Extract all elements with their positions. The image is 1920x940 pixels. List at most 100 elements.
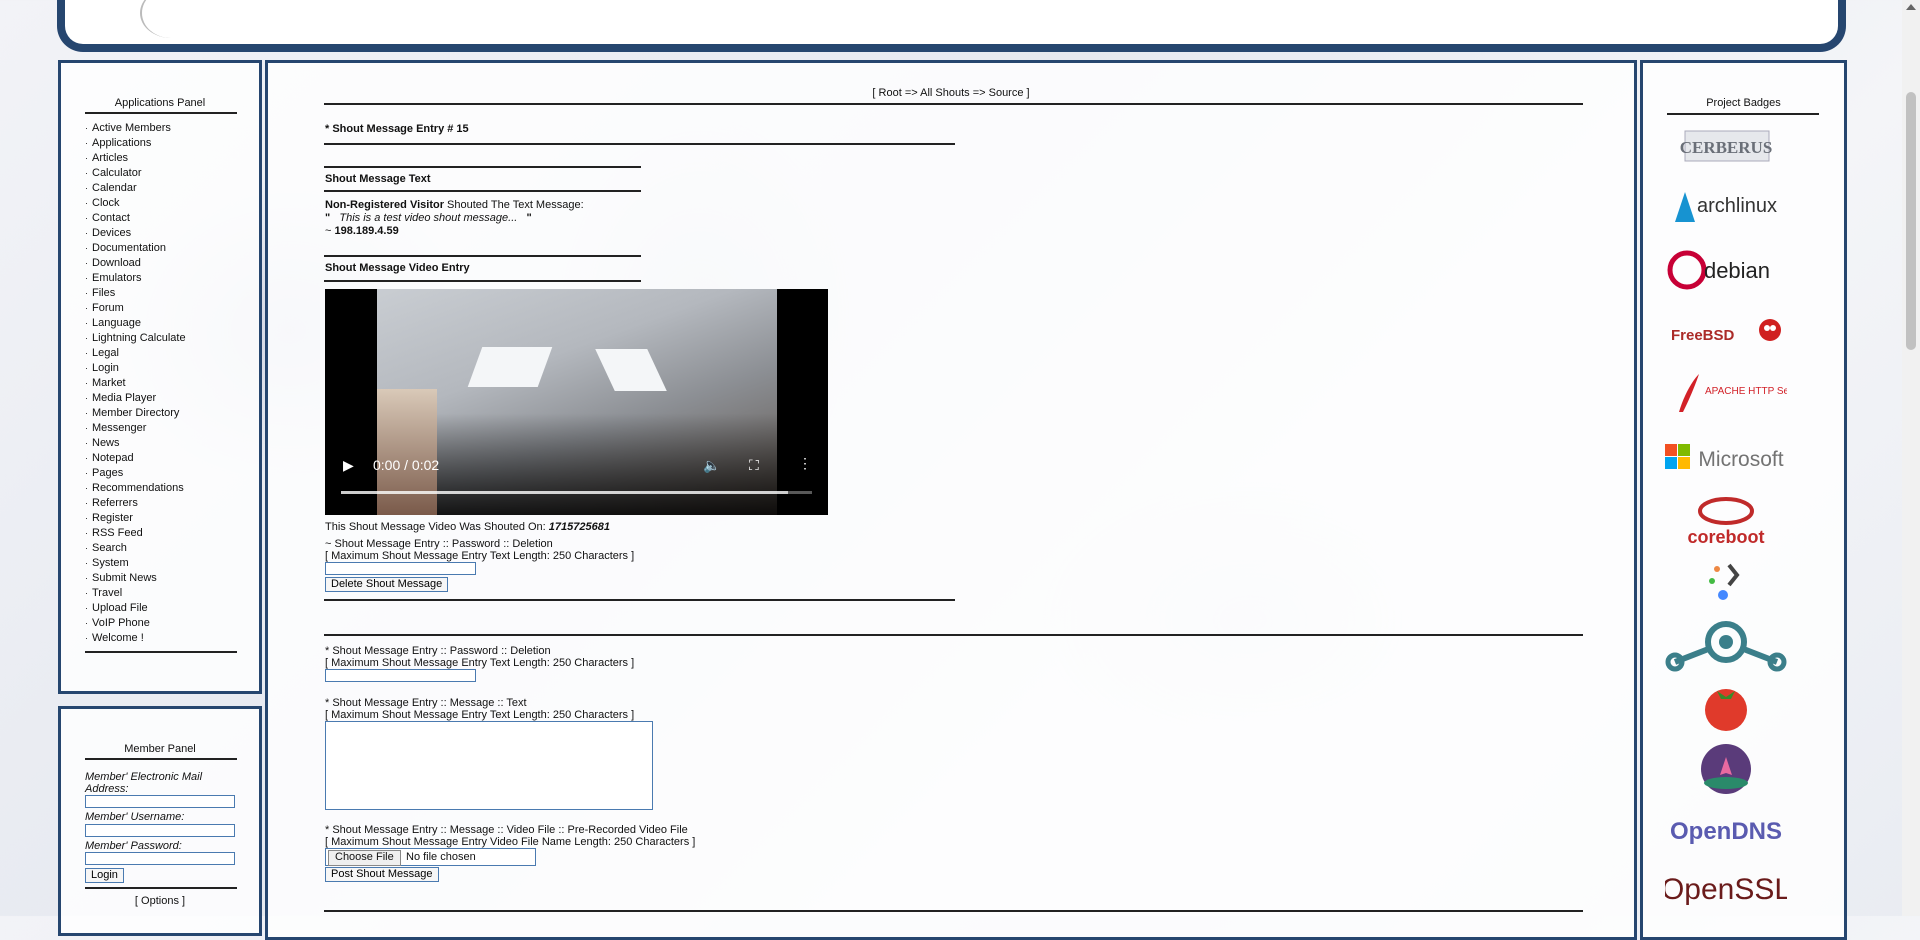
app-link-download[interactable]: · Download (85, 256, 186, 271)
app-link-calendar[interactable]: · Calendar (85, 181, 186, 196)
app-link-upload-file[interactable]: · Upload File (85, 601, 186, 616)
video-file-input[interactable]: Choose File No file chosen (325, 848, 536, 866)
app-link-legal[interactable]: · Legal (85, 346, 186, 361)
email-field[interactable] (85, 795, 235, 808)
applications-panel: Applications Panel · Active Members · Appli… (58, 60, 262, 694)
tomato-badge[interactable] (1665, 683, 1787, 733)
shouted-text: Shouted The Text Message: (444, 199, 584, 211)
badge-label: Microsoft (1698, 448, 1783, 471)
post-password-field[interactable] (325, 669, 476, 682)
microsoft-badge[interactable]: Microsoft (1665, 438, 1787, 474)
app-link-system[interactable]: · System (85, 556, 186, 571)
divider (324, 280, 641, 282)
deletion-password-field[interactable] (325, 562, 476, 575)
more-options-icon[interactable]: ⋮ (798, 455, 812, 472)
choose-file-button[interactable]: Choose File (328, 850, 401, 866)
app-link-member-directory[interactable]: · Member Directory (85, 406, 186, 421)
app-link-welcome[interactable]: · Welcome ! (85, 631, 186, 646)
app-link-applications[interactable]: · Applications (85, 136, 186, 151)
post-shout-button[interactable]: Post Shout Message (325, 867, 439, 882)
badge-label: coreboot (1687, 527, 1764, 547)
password-field[interactable] (85, 852, 235, 865)
fullscreen-icon[interactable]: ⛶ (749, 457, 759, 474)
scroll-thumb[interactable] (1906, 92, 1916, 350)
app-link-language[interactable]: · Language (85, 316, 186, 331)
delete-shout-button[interactable]: Delete Shout Message (325, 577, 449, 592)
bullet-icon: · (85, 408, 88, 418)
app-link-files[interactable]: · Files (85, 286, 186, 301)
bullet-icon: · (85, 168, 88, 178)
app-link-calculator[interactable]: · Calculator (85, 166, 186, 181)
freebsd-badge[interactable]: FreeBSD (1665, 308, 1787, 358)
divider (324, 143, 955, 145)
app-link-media-player[interactable]: · Media Player (85, 391, 186, 406)
divider (324, 103, 1583, 105)
app-link-devices[interactable]: · Devices (85, 226, 186, 241)
video-progress-bar[interactable] (341, 491, 812, 494)
login-button[interactable]: Login (85, 868, 124, 883)
apache-badge[interactable]: APACHE HTTP Server (1665, 368, 1807, 418)
app-link-label: Articles (92, 152, 129, 164)
bullet-icon: · (85, 348, 88, 358)
app-link-messenger[interactable]: · Messenger (85, 421, 186, 436)
app-link-documentation[interactable]: · Documentation (85, 241, 186, 256)
video-player[interactable]: ▶ 0:00 / 0:02 🔈 ⛶ ⋮ (325, 289, 828, 515)
app-link-voip-phone[interactable]: · VoIP Phone (85, 616, 186, 631)
app-link-contact[interactable]: · Contact (85, 211, 186, 226)
play-icon[interactable]: ▶ (343, 457, 354, 474)
form-text-label: * Shout Message Entry :: Message :: Text (325, 697, 527, 709)
app-link-search[interactable]: · Search (85, 541, 186, 556)
text-heading: Shout Message Text (325, 173, 431, 185)
app-link-referrers[interactable]: · Referrers (85, 496, 186, 511)
app-link-recommendations[interactable]: · Recommendations (85, 481, 186, 496)
ip-address: 198.189.4.59 (334, 225, 399, 237)
form-password-label: * Shout Message Entry :: Password :: Del… (325, 645, 551, 657)
ip-line: ~ 198.189.4.59 (325, 225, 399, 237)
bullet-icon: · (85, 633, 88, 643)
app-link-notepad[interactable]: · Notepad (85, 451, 186, 466)
app-link-news[interactable]: · News (85, 436, 186, 451)
dots-badge[interactable] (1665, 559, 1787, 605)
app-link-active-members[interactable]: · Active Members (85, 121, 186, 136)
app-link-clock[interactable]: · Clock (85, 196, 186, 211)
app-link-label: Lightning Calculate (92, 332, 186, 344)
scroll-up-arrow-icon[interactable] (1906, 4, 1916, 10)
coreboot-badge[interactable]: coreboot (1665, 493, 1787, 549)
bullet-icon: · (85, 183, 88, 193)
app-link-travel[interactable]: · Travel (85, 586, 186, 601)
bullet-icon: · (85, 558, 88, 568)
shout-message-textarea[interactable] (325, 721, 653, 810)
lotus-badge[interactable] (1665, 743, 1787, 797)
archlinux-badge[interactable]: archlinux (1665, 186, 1787, 226)
video-heading: Shout Message Video Entry (325, 262, 470, 274)
app-link-submit-news[interactable]: · Submit News (85, 571, 186, 586)
options-link[interactable]: [ Options ] (61, 895, 259, 907)
cerberus-badge[interactable]: CERBERUS (1665, 123, 1787, 173)
app-link-label: Clock (92, 197, 120, 209)
app-link-login[interactable]: · Login (85, 361, 186, 376)
app-link-pages[interactable]: · Pages (85, 466, 186, 481)
bullet-icon: · (85, 228, 88, 238)
bullet-icon: · (85, 498, 88, 508)
debian-badge[interactable]: debian (1665, 246, 1787, 294)
bullet-icon: · (85, 138, 88, 148)
page-scrollbar[interactable] (1902, 0, 1920, 916)
ring-badge[interactable] (1665, 616, 1787, 676)
app-link-articles[interactable]: · Articles (85, 151, 186, 166)
app-link-lightning-calculate[interactable]: · Lightning Calculate (85, 331, 186, 346)
shouted-on-value: 1715725681 (548, 521, 610, 533)
openssl-badge[interactable]: OpenSSL (1661, 867, 1791, 913)
app-link-market[interactable]: · Market (85, 376, 186, 391)
app-link-rss-feed[interactable]: · RSS Feed (85, 526, 186, 541)
app-link-register[interactable]: · Register (85, 511, 186, 526)
app-link-emulators[interactable]: · Emulators (85, 271, 186, 286)
divider (1667, 113, 1819, 115)
shouted-on-line: This Shout Message Video Was Shouted On:… (325, 521, 610, 533)
bullet-icon: · (85, 318, 88, 328)
username-field[interactable] (85, 824, 235, 837)
opendns-badge[interactable]: OpenDNS (1665, 813, 1787, 847)
app-link-label: Legal (92, 347, 119, 359)
app-link-forum[interactable]: · Forum (85, 301, 186, 316)
volume-icon[interactable]: 🔈 (703, 457, 720, 474)
app-link-label: Calendar (92, 182, 137, 194)
